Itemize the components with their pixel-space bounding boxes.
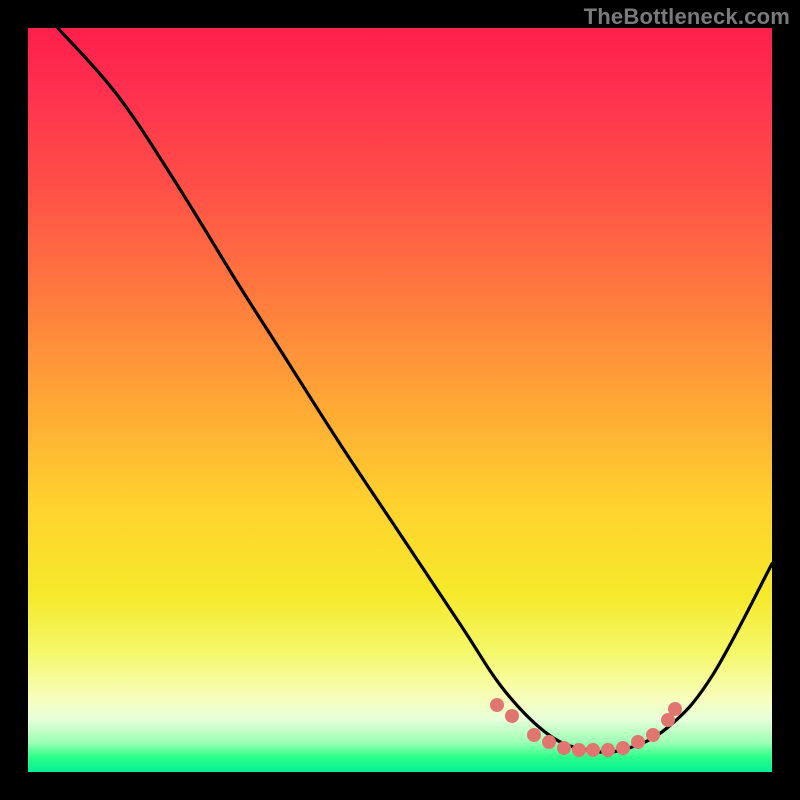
valley-dot: [616, 741, 630, 755]
chart-stage: TheBottleneck.com: [0, 0, 800, 800]
valley-dot: [557, 741, 571, 755]
valley-dot: [631, 735, 645, 749]
valley-dot: [527, 728, 541, 742]
valley-dot: [668, 702, 682, 716]
valley-dot: [505, 709, 519, 723]
watermark-text: TheBottleneck.com: [584, 4, 790, 30]
chart-plot-area: [28, 28, 772, 772]
valley-dot: [572, 743, 586, 757]
valley-dot: [601, 743, 615, 757]
valley-dots-layer: [28, 28, 772, 772]
valley-dot: [542, 735, 556, 749]
valley-dot: [490, 698, 504, 712]
valley-dot: [646, 728, 660, 742]
valley-dot: [586, 743, 600, 757]
